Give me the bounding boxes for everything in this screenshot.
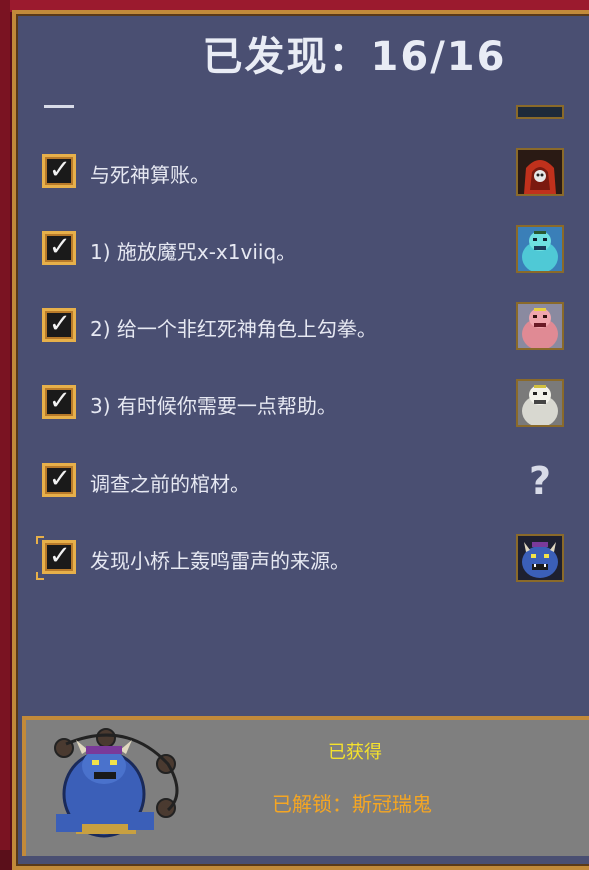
quest-row[interactable]: ✓ 1) 施放魔咒x-x1viiq。 <box>42 225 582 273</box>
discovered-count-title: 已发现：16/16 <box>202 34 507 80</box>
blue-oni-portrait-icon <box>516 534 564 582</box>
quest-label: 1) 施放魔咒x-x1viiq。 <box>90 240 297 264</box>
question-mark-icon: ? <box>528 459 552 503</box>
check-icon: ✓ <box>49 464 71 494</box>
checkbox[interactable]: ✓ <box>42 385 76 419</box>
check-icon: ✓ <box>49 541 71 571</box>
quest-label: 2) 给一个非红死神角色上勾拳。 <box>90 317 377 341</box>
check-icon: ✓ <box>49 386 71 416</box>
quest-row[interactable]: ✓ 3) 有时候你需要一点帮助。 <box>42 379 582 427</box>
checkbox[interactable]: ✓ <box>42 308 76 342</box>
partial-thumbnail <box>516 105 564 119</box>
unlocked-character-label: 已解锁：斯冠瑞鬼 <box>272 792 432 816</box>
quest-row[interactable]: ✓ 发现小桥上轰鸣雷声的来源。 <box>36 534 582 582</box>
scroll-partial-item <box>44 105 74 108</box>
white-ogre-portrait-icon <box>516 379 564 427</box>
red-hooded-reaper-portrait-icon <box>516 148 564 196</box>
checkbox[interactable]: ✓ <box>42 231 76 265</box>
blue-oni-character-icon <box>36 724 196 854</box>
quest-label: 3) 有时候你需要一点帮助。 <box>90 394 337 418</box>
reward-panel: 已获得 已解锁：斯冠瑞鬼 <box>22 716 589 856</box>
quest-label: 调查之前的棺材。 <box>90 472 250 496</box>
obtained-label: 已获得 <box>328 742 382 763</box>
left-border <box>0 0 10 850</box>
quest-row[interactable]: ✓ 与死神算账。 <box>42 148 582 196</box>
check-icon: ✓ <box>49 232 71 262</box>
pink-ogre-portrait-icon <box>516 302 564 350</box>
checkbox[interactable]: ✓ <box>42 463 76 497</box>
quest-label: 发现小桥上轰鸣雷声的来源。 <box>90 549 350 573</box>
checkbox[interactable]: ✓ <box>42 154 76 188</box>
checkbox[interactable]: ✓ <box>42 540 76 574</box>
check-icon: ✓ <box>49 309 71 339</box>
quest-label: 与死神算账。 <box>90 163 210 187</box>
cyan-ogre-portrait-icon <box>516 225 564 273</box>
check-icon: ✓ <box>49 155 71 185</box>
quest-row[interactable]: ✓ 2) 给一个非红死神角色上勾拳。 <box>42 302 582 350</box>
quest-row[interactable]: ✓ 调查之前的棺材。 ? <box>42 459 582 503</box>
